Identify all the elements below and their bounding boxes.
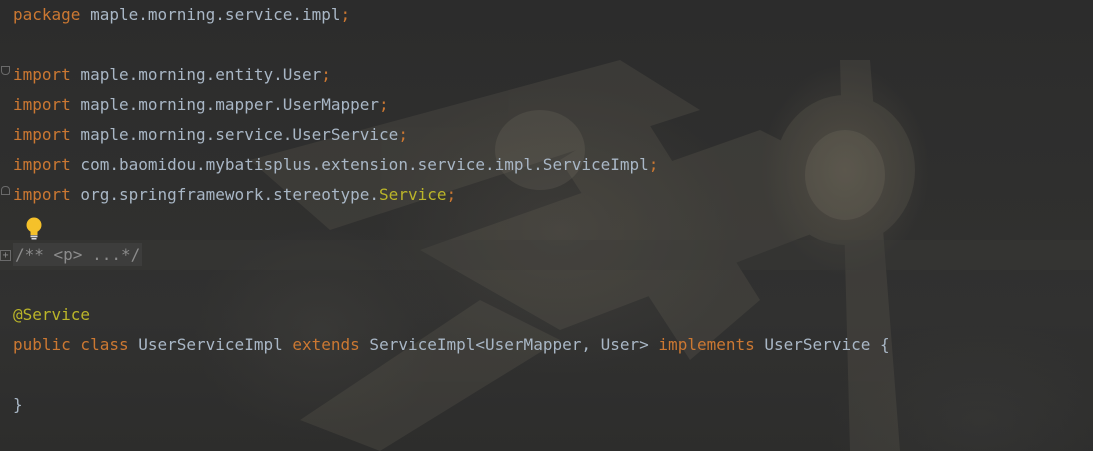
code-token: @Service: [13, 305, 91, 324]
code-line[interactable]: import maple.morning.entity.User;: [13, 60, 890, 90]
code-line[interactable]: [13, 30, 890, 60]
code-token: com.baomidou.mybatisplus.extension.servi…: [70, 155, 649, 174]
code-line[interactable]: [13, 210, 890, 240]
fold-open-icon[interactable]: [1, 66, 10, 75]
code-token: ;: [446, 185, 457, 204]
editor-gutter[interactable]: +: [0, 0, 12, 451]
code-line[interactable]: [13, 360, 890, 390]
code-token: implements: [658, 335, 755, 354]
code-line[interactable]: /** <p> ...*/: [13, 240, 890, 270]
code-token: ;: [321, 65, 331, 84]
code-line[interactable]: package maple.morning.service.impl;: [13, 0, 890, 30]
code-token: ;: [398, 125, 408, 144]
code-token: maple.morning.service.UserService: [70, 125, 399, 144]
code-token: maple.morning.service.impl: [80, 5, 341, 24]
code-token: import: [13, 65, 71, 84]
code-token: extends: [292, 335, 360, 354]
code-token: ;: [340, 5, 351, 24]
code-token: Service: [379, 185, 447, 204]
code-editor[interactable]: + package maple.morning.service.impl; im…: [0, 0, 1093, 451]
code-token: ;: [648, 155, 659, 174]
code-line[interactable]: import maple.morning.service.UserService…: [13, 120, 890, 150]
code-token: maple.morning.mapper.UserMapper: [70, 95, 380, 114]
code-token: import: [13, 155, 71, 174]
code-line[interactable]: import maple.morning.mapper.UserMapper;: [13, 90, 890, 120]
code-token: public class: [13, 335, 129, 354]
code-token: UserService {: [754, 335, 890, 354]
code-token: import: [13, 95, 71, 114]
code-token: import: [13, 125, 71, 144]
code-token: org.springframework.stereotype.: [70, 185, 380, 204]
code-token: ServiceImpl<UserMapper, User>: [359, 335, 659, 354]
code-content[interactable]: package maple.morning.service.impl; impo…: [13, 0, 890, 420]
code-line[interactable]: [13, 270, 890, 300]
code-line[interactable]: import com.baomidou.mybatisplus.extensio…: [13, 150, 890, 180]
code-token: import: [13, 185, 71, 204]
fold-expand-icon[interactable]: +: [0, 250, 11, 261]
code-token: maple.morning.entity.User: [70, 65, 322, 84]
code-token: }: [13, 395, 23, 414]
code-line[interactable]: public class UserServiceImpl extends Ser…: [13, 330, 890, 360]
code-line[interactable]: @Service: [13, 300, 890, 330]
code-token: UserServiceImpl: [128, 335, 293, 354]
fold-close-icon[interactable]: [1, 186, 10, 195]
code-line[interactable]: }: [13, 390, 890, 420]
code-line[interactable]: import org.springframework.stereotype.Se…: [13, 180, 890, 210]
code-token: ;: [379, 95, 389, 114]
code-token: package: [13, 5, 81, 24]
folded-comment[interactable]: /** <p> ...*/: [13, 243, 143, 266]
